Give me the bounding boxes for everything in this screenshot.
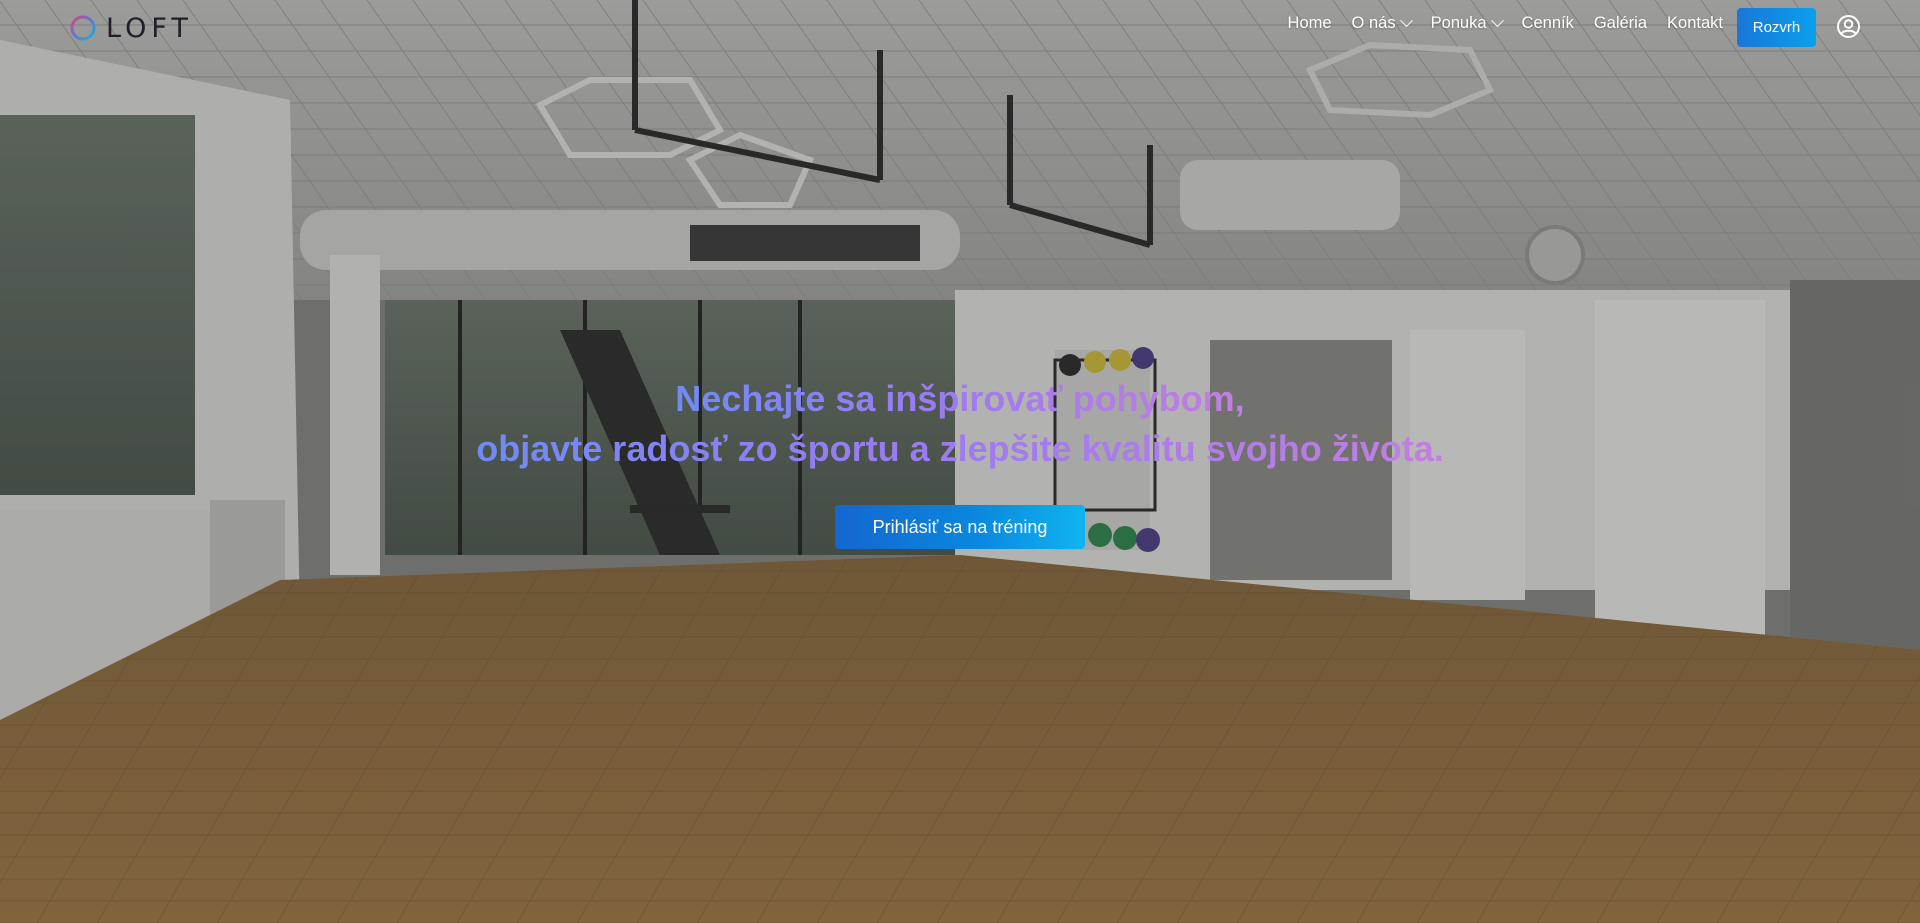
nav-item-label: Cenník (1521, 14, 1574, 32)
nav-item-label: Kontakt (1667, 14, 1723, 32)
nav-item-kontakt[interactable]: Kontakt (1667, 14, 1723, 33)
nav-item-label: Ponuka (1430, 14, 1487, 32)
nav-item-ponuka[interactable]: Ponuka (1430, 14, 1504, 33)
user-circle-icon[interactable] (1836, 14, 1861, 39)
nav-item-o-nas[interactable]: O nás (1351, 14, 1413, 33)
nav-item-label: Galéria (1593, 14, 1648, 32)
nav-item-label: Home (1287, 14, 1332, 32)
chevron-down-icon (1490, 14, 1504, 28)
hero-headline-line-1: Nechajte sa inšpirovať pohybom, (0, 374, 1920, 424)
nav-item-label: O nás (1351, 14, 1396, 32)
chevron-down-icon (1399, 14, 1413, 28)
brand-name: LOFT (106, 12, 193, 44)
signup-training-button[interactable]: Prihlásiť sa na tréning (835, 505, 1085, 549)
main-menu: Home O nás Ponuka Cenník Galéria Kontakt (1288, 14, 1723, 33)
nav-item-cennik[interactable]: Cenník (1522, 14, 1574, 33)
schedule-button[interactable]: Rozvrh (1737, 8, 1816, 47)
brand-logo[interactable]: LOFT (68, 12, 193, 44)
hero-headline-text: Nechajte sa inšpirovať pohybom, (675, 378, 1245, 419)
top-navigation: LOFT Home O nás Ponuka Cenník Galéria Ko… (0, 0, 1920, 56)
nav-item-home[interactable]: Home (1288, 14, 1332, 33)
hero-headline-text: objavte radosť zo športu a zlepšite kval… (476, 428, 1444, 469)
nav-item-galeria[interactable]: Galéria (1594, 14, 1647, 33)
logo-ring-icon (68, 13, 98, 43)
hero-headline-line-2: objavte radosť zo športu a zlepšite kval… (0, 424, 1920, 474)
hero-section: LOFT Home O nás Ponuka Cenník Galéria Ko… (0, 0, 1920, 923)
